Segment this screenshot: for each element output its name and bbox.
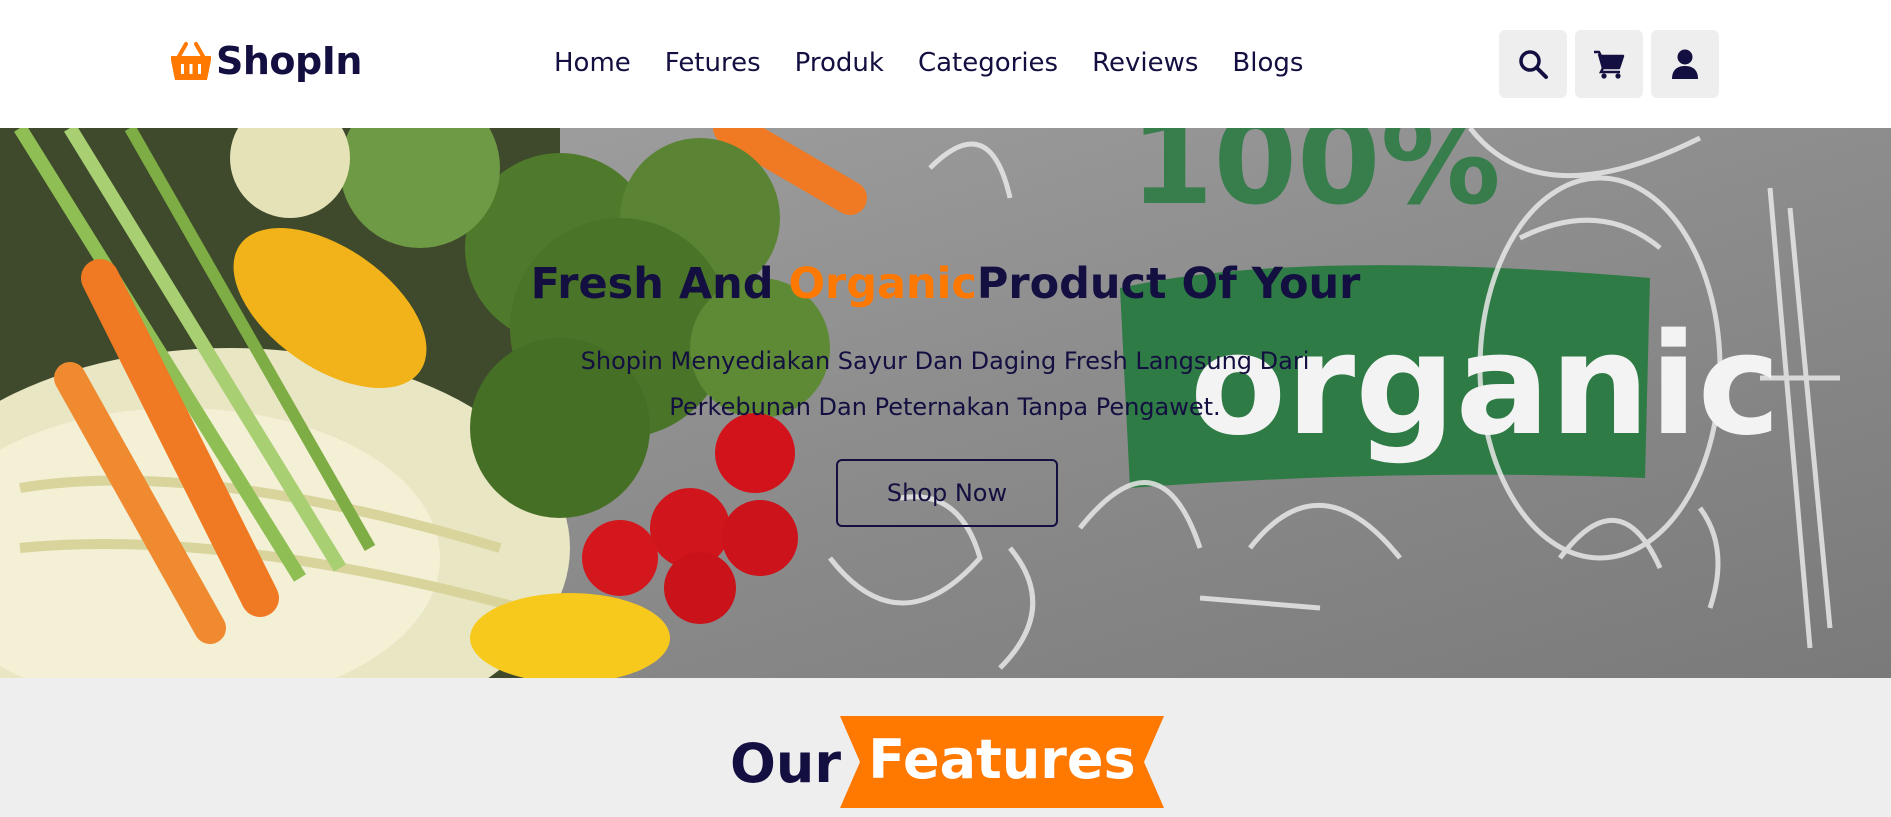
user-button[interactable] [1651,30,1719,98]
main-nav: Home Fetures Produk Categories Reviews B… [554,44,1337,82]
hero-title-accent: Organic [788,259,977,309]
cart-icon [1594,50,1625,79]
shop-now-button[interactable]: Shop Now [836,459,1058,527]
search-icon [1519,50,1548,79]
site-header: ShopIn Home Fetures Produk Categories Re… [0,0,1891,128]
search-button[interactable] [1499,30,1567,98]
logo[interactable]: ShopIn [168,38,362,84]
hero-section: 100% organic Fresh And OrganicProduct Of… [0,128,1891,678]
basket-icon [171,42,211,80]
brand-name: ShopIn [216,39,362,83]
cart-button[interactable] [1575,30,1643,98]
features-heading-highlight: Features [868,728,1136,791]
features-heading-plain: Our [730,732,841,795]
header-actions [1499,30,1727,98]
hero-title-part2: Product Of Your [976,259,1361,309]
hero-title: Fresh And OrganicProduct Of Your [0,259,1891,309]
features-section: Our Features [0,678,1891,817]
nav-produk[interactable]: Produk [795,44,884,82]
hero-title-part1: Fresh And [530,259,789,309]
user-icon [1672,49,1698,79]
nav-categories[interactable]: Categories [918,44,1058,82]
nav-features[interactable]: Fetures [665,44,761,82]
nav-home[interactable]: Home [554,44,631,82]
nav-blogs[interactable]: Blogs [1232,44,1303,82]
svg-text:100%: 100% [1130,128,1501,232]
nav-reviews[interactable]: Reviews [1092,44,1198,82]
hero-description: Shopin Menyediakan Sayur Dan Daging Fres… [580,347,1310,421]
